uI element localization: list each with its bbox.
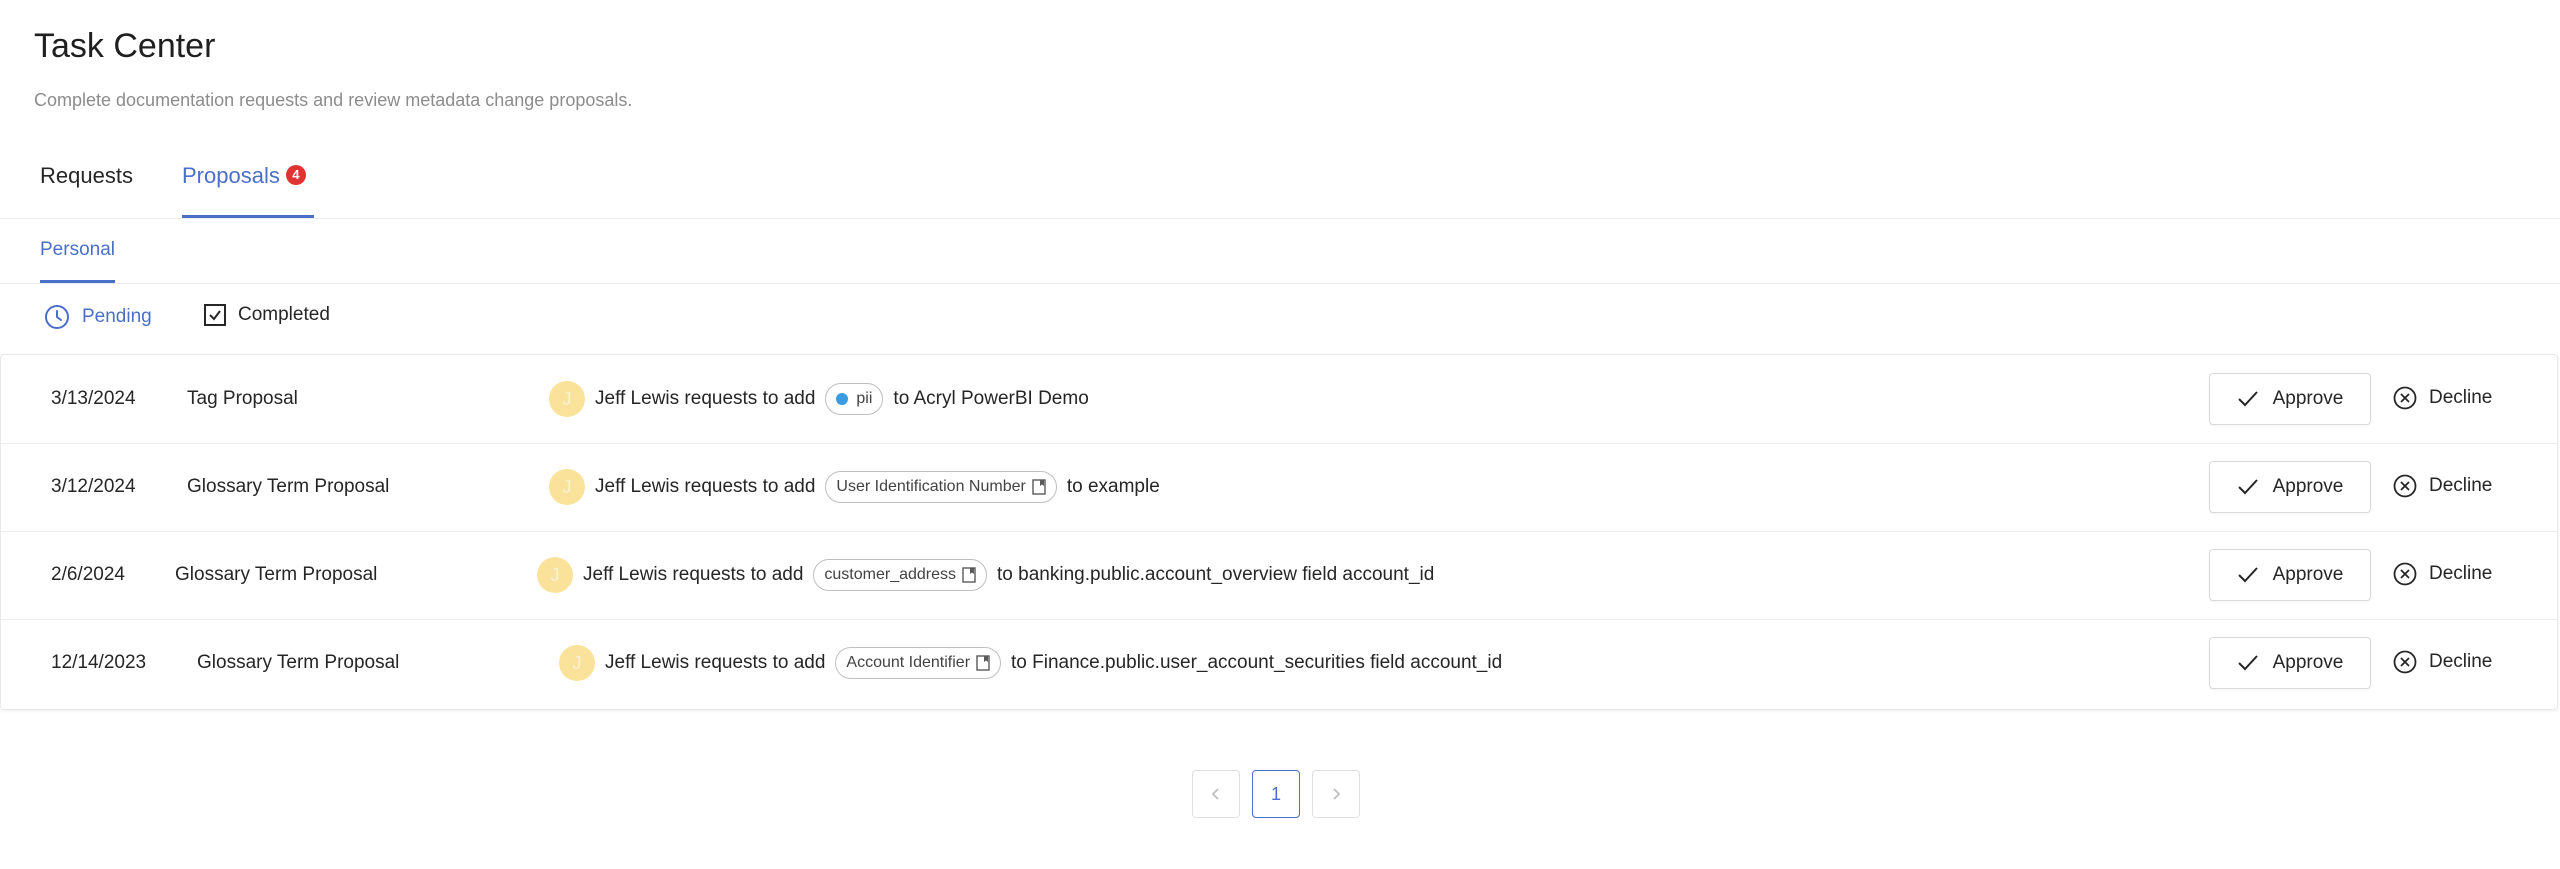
glossary-book-icon bbox=[976, 655, 990, 671]
proposal-description: J Jeff Lewis requests to add customer_ad… bbox=[537, 531, 1434, 619]
chevron-right-icon bbox=[1333, 788, 1341, 800]
table-row: 12/14/2023 Glossary Term Proposal J Jeff… bbox=[1, 619, 2557, 707]
proposals-table: 3/13/2024 Tag Proposal J Jeff Lewis requ… bbox=[0, 354, 2558, 710]
tab-proposals[interactable]: Proposals 4 bbox=[182, 164, 314, 218]
approve-label: Approve bbox=[2272, 652, 2344, 673]
decline-label: Decline bbox=[2429, 475, 2493, 496]
tag-chip[interactable]: pii bbox=[825, 383, 884, 415]
check-icon bbox=[2237, 655, 2258, 671]
decline-label: Decline bbox=[2429, 387, 2493, 408]
glossary-term-chip[interactable]: User Identification Number bbox=[825, 471, 1057, 503]
approve-label: Approve bbox=[2272, 476, 2344, 497]
request-target: to Finance.public.user_account_securitie… bbox=[1011, 652, 1503, 673]
request-action: requests to add bbox=[672, 564, 804, 585]
requester-name[interactable]: Jeff Lewis bbox=[605, 652, 689, 674]
glossary-term-chip[interactable]: customer_address bbox=[813, 559, 988, 591]
decline-label: Decline bbox=[2429, 651, 2493, 672]
status-filters: Pending Completed bbox=[0, 284, 2560, 354]
filter-pending-label: Pending bbox=[82, 306, 152, 327]
request-action: requests to add bbox=[684, 388, 816, 409]
request-target: to Acryl PowerBI Demo bbox=[893, 388, 1089, 409]
decline-button[interactable]: Decline bbox=[2393, 373, 2492, 423]
avatar[interactable]: J bbox=[537, 557, 573, 593]
proposal-date: 2/6/2024 bbox=[51, 564, 125, 585]
decline-button[interactable]: Decline bbox=[2393, 549, 2492, 599]
approve-button[interactable]: Approve bbox=[2209, 373, 2371, 425]
tab-requests[interactable]: Requests bbox=[40, 164, 133, 216]
proposal-date: 3/13/2024 bbox=[51, 388, 136, 409]
check-icon bbox=[2237, 567, 2258, 583]
chip-label: pii bbox=[856, 390, 873, 407]
decline-button[interactable]: Decline bbox=[2393, 461, 2492, 511]
avatar[interactable]: J bbox=[549, 469, 585, 505]
requester-name[interactable]: Jeff Lewis bbox=[595, 476, 679, 498]
clock-icon bbox=[45, 305, 69, 329]
filter-pending[interactable]: Pending bbox=[44, 304, 152, 330]
request-action: requests to add bbox=[684, 476, 816, 497]
glossary-book-icon bbox=[1032, 479, 1046, 495]
chip-label: customer_address bbox=[824, 566, 957, 583]
close-circle-icon bbox=[2393, 562, 2417, 586]
decline-label: Decline bbox=[2429, 563, 2493, 584]
chevron-left-icon bbox=[1211, 788, 1219, 800]
approve-label: Approve bbox=[2272, 564, 2344, 585]
approve-button[interactable]: Approve bbox=[2209, 461, 2371, 513]
page-title: Task Center bbox=[34, 27, 216, 65]
request-target: to banking.public.account_overview field… bbox=[997, 564, 1435, 585]
filter-completed[interactable]: Completed bbox=[204, 304, 330, 326]
page-subtitle: Complete documentation requests and revi… bbox=[34, 90, 633, 110]
check-icon bbox=[2237, 391, 2258, 407]
next-page-button[interactable] bbox=[1312, 770, 1360, 818]
chip-label: User Identification Number bbox=[836, 478, 1026, 495]
avatar[interactable]: J bbox=[549, 381, 585, 417]
subtab-personal[interactable]: Personal bbox=[40, 239, 115, 283]
main-tabs: Requests Proposals 4 bbox=[0, 150, 2560, 219]
pagination: 1 bbox=[1192, 770, 1360, 818]
chip-label: Account Identifier bbox=[846, 654, 971, 671]
approve-button[interactable]: Approve bbox=[2209, 637, 2371, 689]
glossary-book-icon bbox=[962, 567, 976, 583]
request-target: to example bbox=[1066, 476, 1160, 497]
tab-requests-label: Requests bbox=[40, 163, 133, 188]
request-action: requests to add bbox=[694, 652, 826, 673]
filter-completed-label: Completed bbox=[238, 304, 330, 325]
requester-name[interactable]: Jeff Lewis bbox=[595, 388, 679, 410]
table-row: 3/13/2024 Tag Proposal J Jeff Lewis requ… bbox=[1, 355, 2557, 444]
proposal-type: Glossary Term Proposal bbox=[187, 476, 390, 497]
table-row: 2/6/2024 Glossary Term Proposal J Jeff L… bbox=[1, 531, 2557, 620]
close-circle-icon bbox=[2393, 474, 2417, 498]
proposal-description: J Jeff Lewis requests to add Account Ide… bbox=[559, 619, 1502, 707]
proposals-count-badge: 4 bbox=[285, 165, 306, 185]
proposal-type: Glossary Term Proposal bbox=[197, 652, 400, 673]
glossary-term-chip[interactable]: Account Identifier bbox=[835, 647, 1002, 679]
proposal-description: J Jeff Lewis requests to add User Identi… bbox=[549, 443, 1160, 531]
tag-color-dot bbox=[836, 393, 849, 405]
requester-name[interactable]: Jeff Lewis bbox=[583, 564, 667, 586]
proposal-date: 12/14/2023 bbox=[51, 652, 147, 673]
page-1-button[interactable]: 1 bbox=[1252, 770, 1300, 818]
approve-button[interactable]: Approve bbox=[2209, 549, 2371, 601]
close-circle-icon bbox=[2393, 386, 2417, 410]
table-row: 3/12/2024 Glossary Term Proposal J Jeff … bbox=[1, 443, 2557, 532]
proposal-description: J Jeff Lewis requests to add pii to Acry… bbox=[549, 355, 1089, 443]
page-header: Task Center bbox=[34, 24, 215, 68]
sub-tabs: Personal bbox=[0, 219, 2560, 284]
approve-label: Approve bbox=[2272, 388, 2344, 409]
decline-button[interactable]: Decline bbox=[2393, 637, 2492, 687]
check-icon bbox=[2237, 479, 2258, 495]
proposal-type: Glossary Term Proposal bbox=[175, 564, 378, 585]
proposal-type: Tag Proposal bbox=[187, 388, 298, 409]
checkbox-icon bbox=[204, 304, 226, 326]
prev-page-button[interactable] bbox=[1192, 770, 1240, 818]
tab-proposals-label: Proposals bbox=[182, 163, 280, 188]
avatar[interactable]: J bbox=[559, 645, 595, 681]
close-circle-icon bbox=[2393, 650, 2417, 674]
proposal-date: 3/12/2024 bbox=[51, 476, 136, 497]
